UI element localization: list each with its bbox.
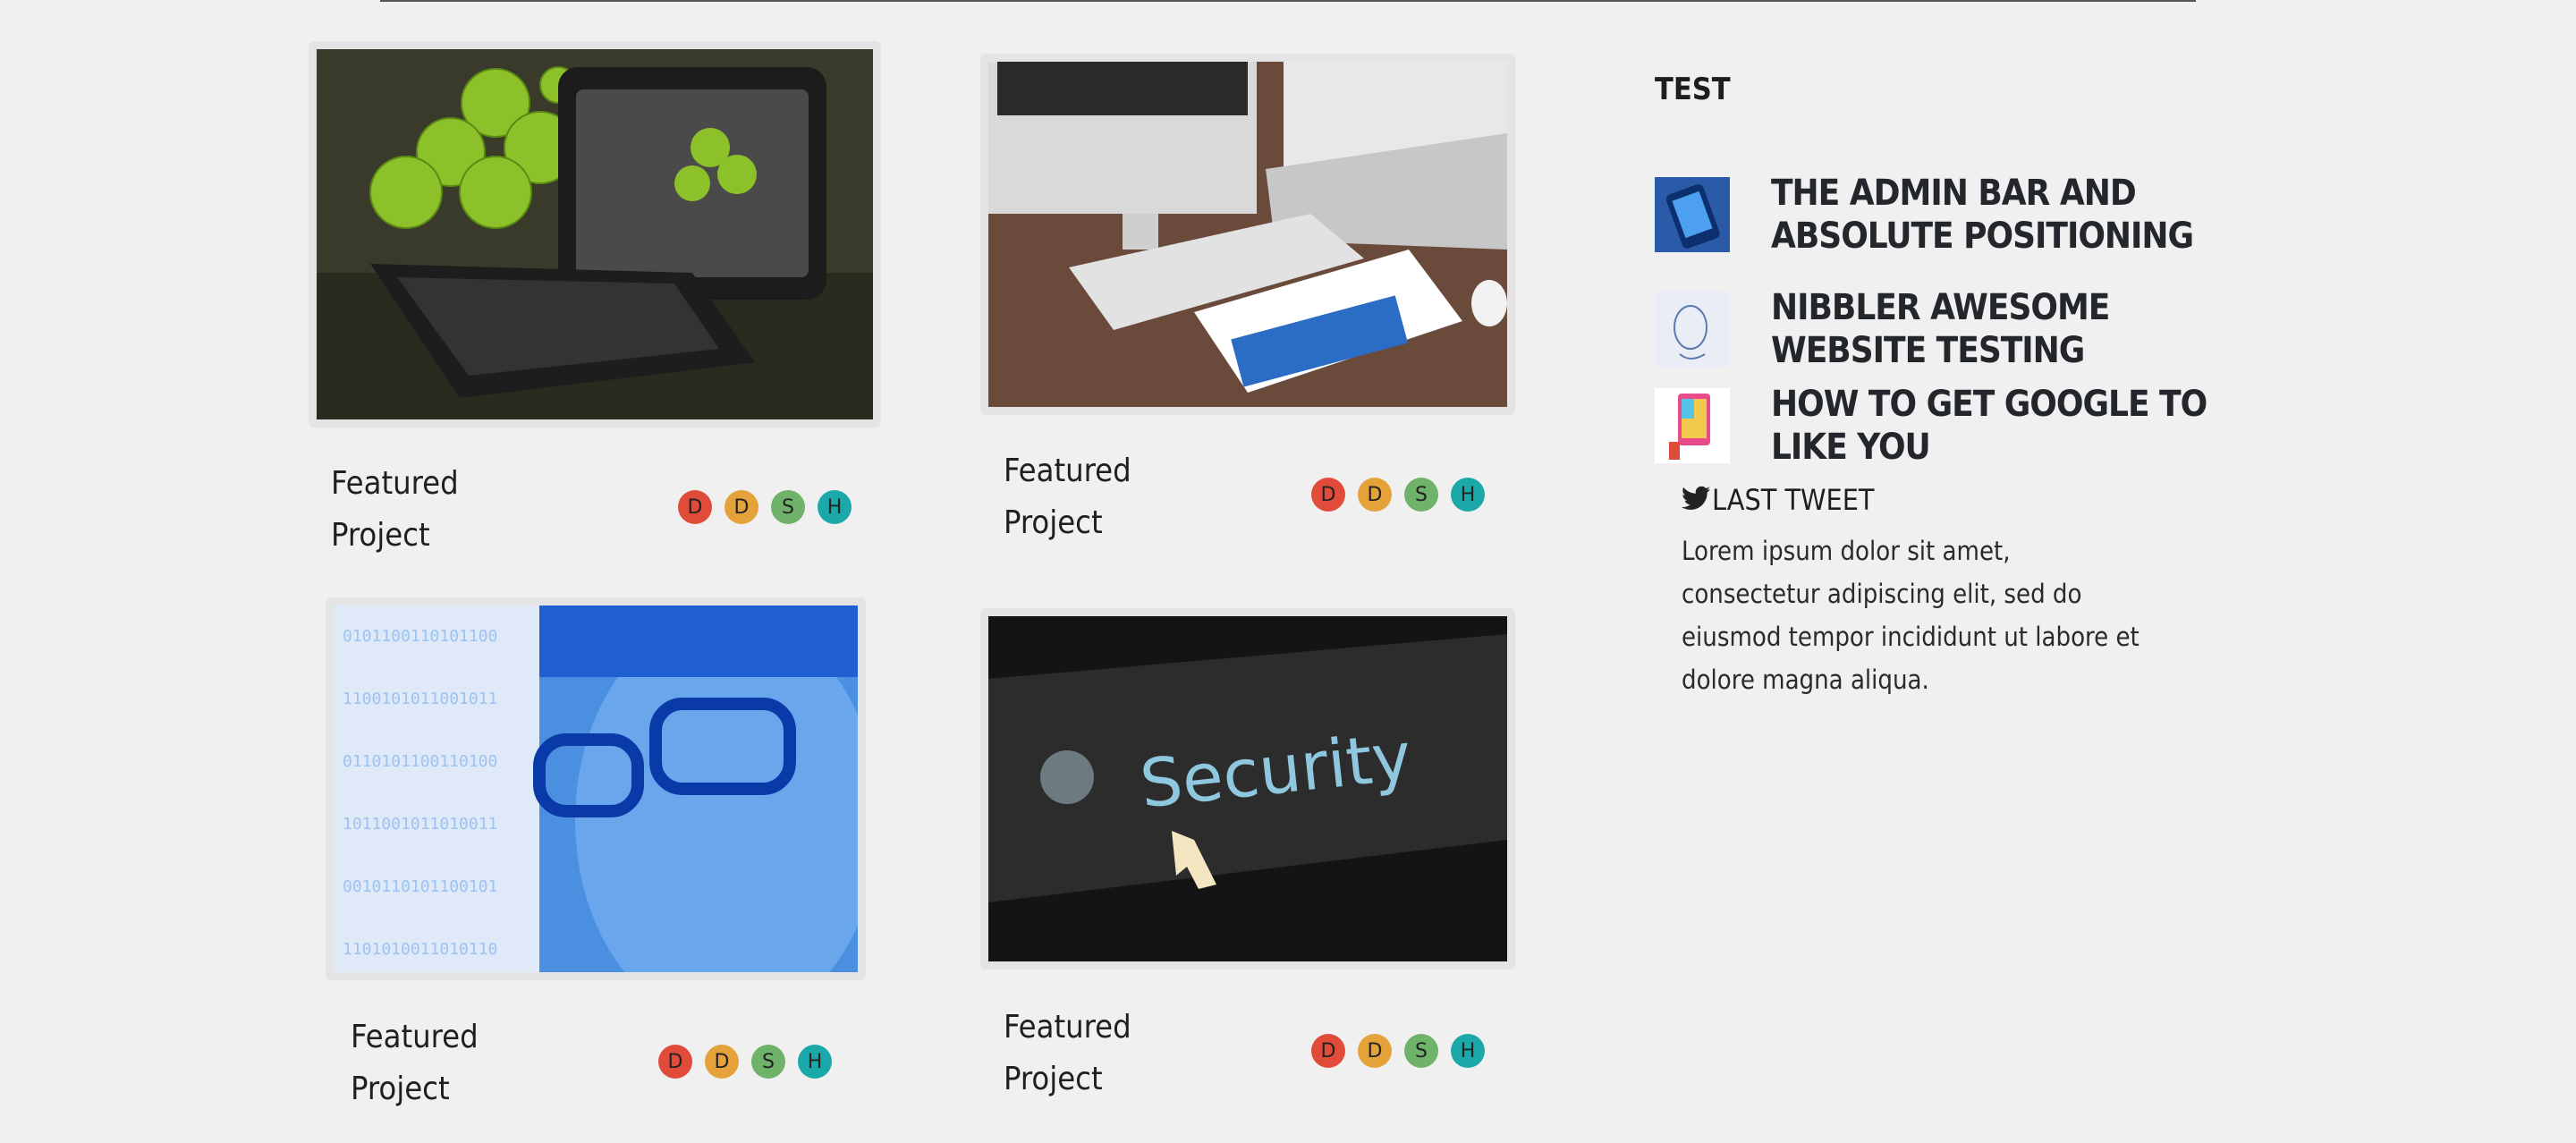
project-title[interactable]: Featured Project	[351, 1012, 547, 1115]
project-title[interactable]: Featured Project	[1004, 1002, 1200, 1105]
desk-devices-image	[988, 62, 1507, 407]
badge-d[interactable]: D	[724, 490, 758, 524]
badge-h[interactable]: H	[798, 1045, 832, 1079]
last-tweet-label: LAST TWEET	[1712, 483, 1875, 517]
svg-text:1100101011001011: 1100101011001011	[343, 690, 497, 708]
skill-badges: D D S H	[1311, 478, 1485, 512]
badge-d[interactable]: D	[705, 1045, 739, 1079]
badge-d[interactable]: D	[1311, 1034, 1345, 1068]
badge-d[interactable]: D	[1358, 478, 1392, 512]
project-thumbnail[interactable]: Security	[980, 608, 1515, 969]
sketch-face-thumbnail-icon[interactable]	[1655, 292, 1730, 367]
top-divider	[380, 0, 2196, 2]
tweet-text: Lorem ipsum dolor sit amet, consectetur …	[1682, 536, 2140, 695]
post-title[interactable]: THE ADMIN BAR AND ABSOLUTE POSITIONING	[1771, 172, 2209, 258]
svg-text:0110101100110100: 0110101100110100	[343, 752, 497, 771]
skill-badges: D D S H	[1311, 1034, 1485, 1068]
badge-d[interactable]: D	[1311, 478, 1345, 512]
badge-d[interactable]: D	[658, 1045, 692, 1079]
project-thumbnail[interactable]	[980, 54, 1515, 415]
phone-thumbnail-icon[interactable]	[1655, 177, 1730, 252]
post-title[interactable]: NIBBLER AWESOME WEBSITE TESTING	[1771, 286, 2209, 372]
colorful-phone-thumbnail-icon[interactable]	[1655, 388, 1730, 463]
binary-face-image: 0101100110101100 1100101011001011 0110101…	[334, 605, 858, 972]
security-screen-image: Security	[988, 616, 1507, 961]
last-tweet-heading: LAST TWEET	[1682, 483, 1874, 517]
badge-d[interactable]: D	[678, 490, 712, 524]
badge-d[interactable]: D	[1358, 1034, 1392, 1068]
apples-tablet-image	[317, 49, 873, 419]
badge-s[interactable]: S	[1404, 1034, 1438, 1068]
sidebar-post[interactable]: NIBBLER AWESOME WEBSITE TESTING	[1655, 286, 2209, 372]
project-title[interactable]: Featured Project	[1004, 445, 1200, 549]
svg-text:0101100110101100: 0101100110101100	[343, 627, 497, 646]
project-thumbnail[interactable]: 0101100110101100 1100101011001011 0110101…	[326, 597, 866, 980]
sidebar-post[interactable]: HOW TO GET GOOGLE TO LIKE YOU	[1655, 383, 2209, 469]
project-title[interactable]: Featured Project	[331, 458, 528, 562]
badge-h[interactable]: H	[1451, 478, 1485, 512]
svg-text:0010110101100101: 0010110101100101	[343, 877, 497, 896]
badge-s[interactable]: S	[1404, 478, 1438, 512]
badge-s[interactable]: S	[771, 490, 805, 524]
badge-s[interactable]: S	[751, 1045, 785, 1079]
project-thumbnail[interactable]	[309, 41, 881, 428]
svg-text:1101010011010110: 1101010011010110	[343, 940, 497, 959]
sidebar-title: TEST	[1655, 72, 1731, 107]
skill-badges: D D S H	[678, 490, 852, 524]
sidebar-post[interactable]: THE ADMIN BAR AND ABSOLUTE POSITIONING	[1655, 172, 2209, 258]
svg-text:1011001011010011: 1011001011010011	[343, 815, 497, 834]
twitter-bird-icon	[1682, 486, 1710, 510]
badge-h[interactable]: H	[1451, 1034, 1485, 1068]
badge-h[interactable]: H	[818, 490, 852, 524]
post-title[interactable]: HOW TO GET GOOGLE TO LIKE YOU	[1771, 383, 2209, 469]
skill-badges: D D S H	[658, 1045, 832, 1079]
